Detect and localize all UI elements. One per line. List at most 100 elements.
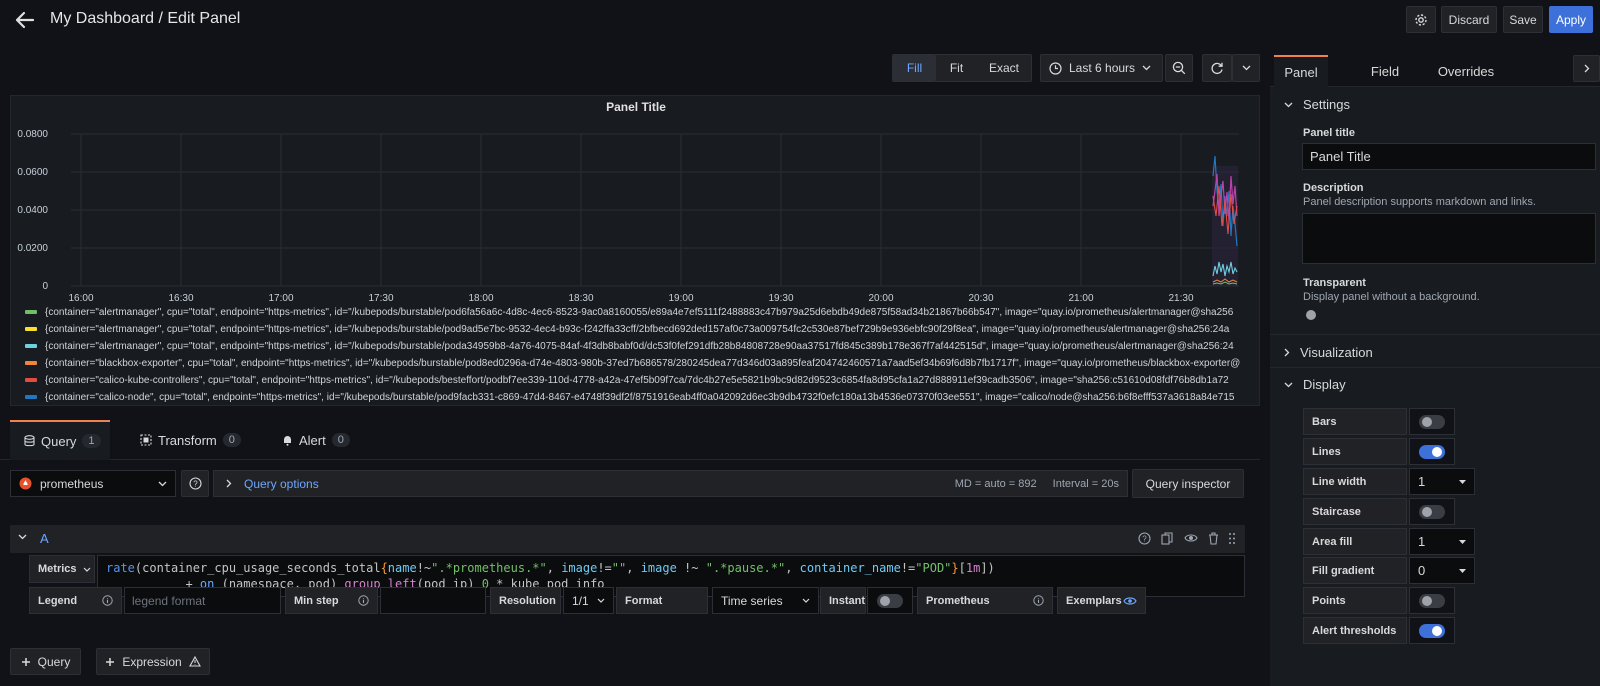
add-expression-label: Expression [122, 654, 182, 669]
prometheus-logo-icon [19, 477, 32, 490]
resolution-select[interactable]: 1/1 [563, 587, 614, 614]
bars-toggle[interactable] [1419, 414, 1445, 429]
exemplars-toggle[interactable]: Exemplars [1057, 587, 1146, 614]
staircase-toggle[interactable] [1419, 504, 1445, 519]
datasource-help-button[interactable]: ? [181, 470, 209, 497]
back-arrow-icon[interactable] [14, 10, 36, 30]
datasource-name: prometheus [40, 476, 104, 491]
copy-icon[interactable] [1161, 532, 1173, 545]
tab-query[interactable]: Query 1 [10, 420, 110, 460]
instant-toggle-box[interactable] [867, 587, 913, 614]
plus-icon [21, 657, 31, 667]
prometheus-label-box: Prometheus [917, 587, 1053, 614]
query-count-badge: 1 [82, 434, 101, 448]
time-picker[interactable]: Last 6 hours [1040, 54, 1163, 82]
settings-section-toggle[interactable]: Settings [1284, 97, 1350, 112]
tab-overrides[interactable]: Overrides [1416, 55, 1516, 87]
resolution-label: Resolution [490, 587, 561, 614]
transform-icon [140, 434, 152, 446]
lines-label: Lines [1303, 438, 1407, 465]
eye-icon[interactable] [1184, 532, 1198, 544]
tab-transform[interactable]: Transform 0 [140, 420, 241, 460]
query-inspector-button[interactable]: Query inspector [1132, 469, 1244, 498]
legend-format-input[interactable]: legend format [124, 587, 281, 614]
chevron-down-icon[interactable] [18, 534, 27, 540]
display-section-toggle[interactable]: Display [1284, 377, 1346, 392]
description-hint: Panel description supports markdown and … [1303, 196, 1536, 208]
format-select[interactable]: Time series [712, 587, 819, 614]
lines-toggle-box[interactable] [1409, 438, 1455, 465]
discard-button[interactable]: Discard [1441, 6, 1497, 33]
time-range-label: Last 6 hours [1069, 61, 1136, 75]
graph-plot[interactable]: 0.0800 0.0600 0.0400 0.0200 0 16:00 16:3… [11, 96, 1261, 306]
apply-button[interactable]: Apply [1549, 6, 1593, 33]
caret-down-icon [1459, 479, 1466, 484]
settings-button[interactable] [1406, 6, 1436, 33]
database-icon [24, 435, 35, 447]
info-icon[interactable] [102, 595, 113, 606]
chevron-down-icon [802, 598, 810, 603]
info-icon[interactable] [1033, 595, 1044, 606]
points-toggle-box[interactable] [1409, 587, 1455, 614]
tab-panel[interactable]: Panel [1274, 55, 1328, 88]
alert-thresholds-toggle[interactable] [1419, 623, 1445, 638]
legend-item[interactable]: {container="blackbox-exporter", cpu="tot… [25, 356, 1251, 370]
trash-icon[interactable] [1208, 532, 1219, 545]
description-textarea[interactable] [1302, 213, 1596, 264]
area-fill-label: Area fill [1303, 528, 1407, 555]
info-icon[interactable] [358, 595, 369, 606]
drag-handle-icon[interactable] [1228, 532, 1236, 545]
line-width-select[interactable]: 1 [1409, 468, 1475, 495]
add-expression-button[interactable]: Expression [96, 648, 210, 675]
help-icon: ? [188, 477, 202, 490]
min-step-input[interactable] [380, 587, 486, 614]
tab-alert[interactable]: Alert 0 [282, 420, 350, 460]
page-title: My Dashboard / Edit Panel [50, 10, 241, 27]
x-tick: 20:30 [968, 293, 993, 304]
transparent-label: Transparent [1303, 277, 1366, 289]
legend-item[interactable]: {container="alertmanager", cpu="total", … [25, 305, 1251, 319]
divider [1270, 334, 1600, 335]
help-icon[interactable]: ? [1138, 532, 1151, 545]
alert-thresholds-toggle-box[interactable] [1409, 617, 1455, 644]
add-query-button[interactable]: Query [10, 648, 81, 675]
instant-toggle[interactable] [877, 593, 903, 608]
query-row-header[interactable]: A ? [10, 525, 1245, 553]
y-tick: 0 [42, 281, 48, 292]
tab-field[interactable]: Field [1348, 55, 1422, 87]
save-button[interactable]: Save [1503, 6, 1543, 33]
legend-swatch [25, 378, 37, 382]
legend-item[interactable]: {container="alertmanager", cpu="total", … [25, 339, 1251, 353]
lines-toggle[interactable] [1419, 444, 1445, 459]
legend-item[interactable]: {container="calico-kube-controllers", cp… [25, 373, 1251, 387]
area-fill-select[interactable]: 1 [1409, 528, 1475, 555]
bars-toggle-box[interactable] [1409, 408, 1455, 435]
fill-button[interactable]: Fill [893, 55, 936, 81]
legend-text: {container="alertmanager", cpu="total", … [45, 323, 1230, 335]
grid [71, 133, 1239, 287]
zoom-out-button[interactable] [1165, 54, 1193, 82]
metrics-dropdown[interactable]: Metrics [29, 555, 95, 583]
y-tick: 0.0200 [17, 243, 48, 254]
visualization-heading: Visualization [1300, 345, 1373, 360]
datasource-picker[interactable]: prometheus [10, 470, 176, 497]
top-bar: My Dashboard / Edit Panel Discard Save A… [0, 0, 1600, 40]
exact-button[interactable]: Exact [977, 55, 1031, 81]
chevron-down-icon [83, 567, 91, 572]
fill-gradient-select[interactable]: 0 [1409, 557, 1475, 584]
refresh-button[interactable] [1202, 54, 1232, 82]
fit-button[interactable]: Fit [936, 55, 977, 81]
points-toggle[interactable] [1419, 593, 1445, 608]
description-label: Description [1303, 182, 1364, 194]
legend-item[interactable]: {container="calico-node", cpu="total", e… [25, 390, 1251, 404]
staircase-toggle-box[interactable] [1409, 498, 1455, 525]
interval-value: Interval = 20s [1052, 477, 1119, 490]
refresh-interval-dropdown[interactable] [1232, 54, 1260, 82]
legend-item[interactable]: {container="alertmanager", cpu="total", … [25, 322, 1251, 336]
min-step-label-box: Min step [285, 587, 378, 614]
query-options-bar[interactable]: Query options MD = auto = 892 Interval =… [213, 470, 1128, 497]
collapse-sidebar-button[interactable] [1573, 55, 1600, 82]
panel-title-input[interactable]: Panel Title [1302, 143, 1596, 170]
legend-swatch [25, 361, 37, 365]
visualization-section-toggle[interactable]: Visualization [1284, 345, 1373, 360]
